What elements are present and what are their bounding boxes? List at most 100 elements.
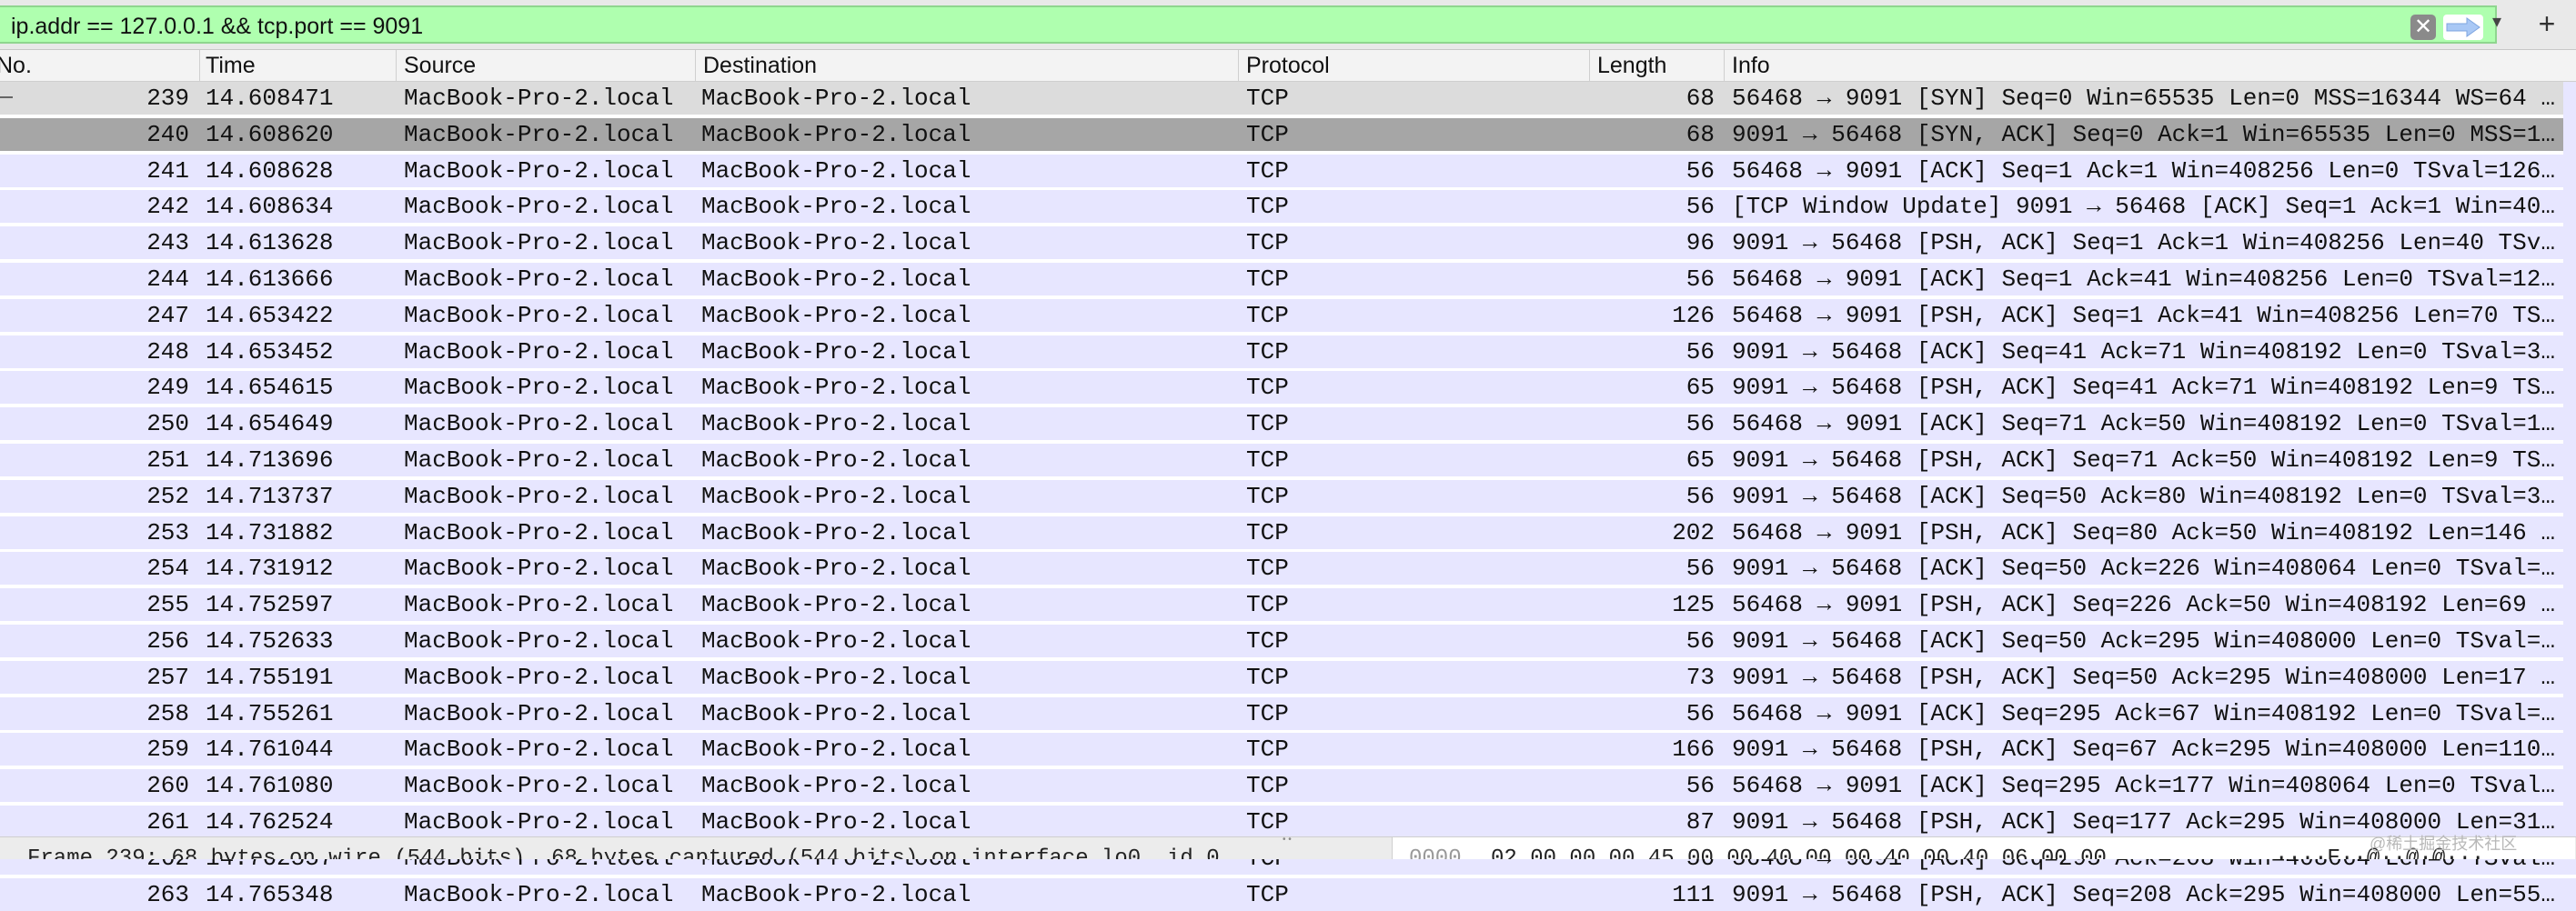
packet-no: 257 <box>146 663 189 691</box>
packet-list-header: No. Time Source Destination Protocol Len… <box>0 50 2576 82</box>
table-row[interactable]: 258 14.755261 MacBook-Pro-2.local MacBook-P… <box>0 696 2576 730</box>
packet-time: 14.653422 <box>206 301 334 329</box>
pane-splitter-handle[interactable]: • • <box>1283 835 1293 845</box>
packet-time: 14.765348 <box>206 880 334 908</box>
packet-no: 261 <box>146 808 189 836</box>
column-header-destination[interactable]: Destination <box>696 50 1239 81</box>
packet-destination: MacBook-Pro-2.local <box>701 374 971 402</box>
packet-info: 56468 → 9091 [ACK] Seq=295 Ack=67 Win=40… <box>1732 699 2555 727</box>
packet-no: 242 <box>146 193 189 221</box>
packet-info: 9091 → 56468 [SYN, ACK] Seq=0 Ack=1 Win=… <box>1732 120 2555 148</box>
table-row[interactable]: 255 14.752597 MacBook-Pro-2.local MacBook-P… <box>0 588 2576 622</box>
packet-time: 14.613628 <box>206 229 334 257</box>
packet-info: 56468 → 9091 [PSH, ACK] Seq=226 Ack=50 W… <box>1732 591 2555 619</box>
packet-time: 14.608471 <box>206 85 334 112</box>
packet-time: 14.608634 <box>206 193 334 221</box>
table-row[interactable]: 239 14.608471 MacBook-Pro-2.local MacBook-P… <box>0 82 2576 115</box>
packet-source: MacBook-Pro-2.local <box>404 772 674 800</box>
packet-info: 9091 → 56468 [PSH, ACK] Seq=67 Ack=295 W… <box>1732 736 2555 764</box>
packet-protocol: TCP <box>1246 265 1289 293</box>
table-row[interactable]: 263 14.765348 MacBook-Pro-2.local MacBook-P… <box>0 877 2576 911</box>
column-header-protocol[interactable]: Protocol <box>1239 50 1590 81</box>
arrow-right-icon[interactable] <box>2443 15 2483 40</box>
table-row[interactable]: 240 14.608620 MacBook-Pro-2.local MacBook-P… <box>0 117 2576 151</box>
add-filter-button[interactable]: + <box>2533 9 2561 38</box>
table-row[interactable]: 242 14.608634 MacBook-Pro-2.local MacBook-P… <box>0 190 2576 224</box>
display-filter-text[interactable]: ip.addr == 127.0.0.1 && tcp.port == 9091 <box>11 11 423 42</box>
packet-destination: MacBook-Pro-2.local <box>701 120 971 148</box>
packet-info: 9091 → 56468 [ACK] Seq=41 Ack=71 Win=408… <box>1732 337 2555 365</box>
table-row[interactable]: 252 14.713737 MacBook-Pro-2.local MacBook-P… <box>0 479 2576 513</box>
packet-source: MacBook-Pro-2.local <box>404 193 674 221</box>
packet-source: MacBook-Pro-2.local <box>404 229 674 257</box>
packet-no: 248 <box>146 337 189 365</box>
packet-source: MacBook-Pro-2.local <box>404 85 674 112</box>
table-row[interactable]: 253 14.731882 MacBook-Pro-2.local MacBook-P… <box>0 516 2576 549</box>
packet-protocol: TCP <box>1246 880 1289 908</box>
packet-no: 251 <box>146 446 189 474</box>
table-row[interactable]: 251 14.713696 MacBook-Pro-2.local MacBook-P… <box>0 444 2576 476</box>
packet-protocol: TCP <box>1246 193 1289 221</box>
packet-source: MacBook-Pro-2.local <box>404 663 674 691</box>
table-row[interactable]: 241 14.608628 MacBook-Pro-2.local MacBook-P… <box>0 154 2576 187</box>
packet-source: MacBook-Pro-2.local <box>404 374 674 402</box>
column-header-info[interactable]: Info <box>1725 50 2576 81</box>
packet-length: 111 <box>1672 880 1715 908</box>
packet-no: 256 <box>146 627 189 655</box>
packet-no: 254 <box>146 555 189 583</box>
packet-length: 73 <box>1685 663 1715 691</box>
packet-info: 56468 → 9091 [ACK] Seq=1 Ack=1 Win=40825… <box>1732 156 2555 185</box>
table-row[interactable]: 249 14.654615 MacBook-Pro-2.local MacBook-P… <box>0 371 2576 405</box>
packet-info: 9091 → 56468 [ACK] Seq=50 Ack=226 Win=40… <box>1732 555 2555 583</box>
packet-time: 14.755261 <box>206 699 334 727</box>
packet-info: 56468 → 9091 [SYN] Seq=0 Win=65535 Len=0… <box>1732 85 2555 112</box>
table-row[interactable]: 248 14.653452 MacBook-Pro-2.local MacBook-P… <box>0 335 2576 368</box>
packet-no: 252 <box>146 482 189 510</box>
table-row[interactable]: 254 14.731912 MacBook-Pro-2.local MacBook-P… <box>0 552 2576 586</box>
packet-source: MacBook-Pro-2.local <box>404 156 674 185</box>
table-row[interactable]: 259 14.761044 MacBook-Pro-2.local MacBook-P… <box>0 733 2576 766</box>
column-header-time[interactable]: Time <box>198 50 397 81</box>
table-row[interactable]: 250 14.654649 MacBook-Pro-2.local MacBook-P… <box>0 407 2576 441</box>
table-row[interactable]: 244 14.613666 MacBook-Pro-2.local MacBook-P… <box>0 263 2576 295</box>
table-row[interactable]: 261 14.762524 MacBook-Pro-2.local MacBook-P… <box>0 806 2576 838</box>
packet-details-summary[interactable]: Frame 239: 68 bytes on wire (544 bits), … <box>27 846 1220 859</box>
packet-destination: MacBook-Pro-2.local <box>701 555 971 583</box>
packet-protocol: TCP <box>1246 591 1289 619</box>
packet-length: 56 <box>1685 772 1715 800</box>
packet-protocol: TCP <box>1246 410 1289 438</box>
packet-no: 241 <box>146 156 189 185</box>
packet-destination: MacBook-Pro-2.local <box>701 591 971 619</box>
packet-protocol: TCP <box>1246 663 1289 691</box>
display-filter-input[interactable]: ip.addr == 127.0.0.1 && tcp.port == 9091… <box>0 5 2497 44</box>
column-header-no[interactable]: No. <box>0 50 200 81</box>
packet-source: MacBook-Pro-2.local <box>404 301 674 329</box>
packet-source: MacBook-Pro-2.local <box>404 120 674 148</box>
table-row[interactable]: 243 14.613628 MacBook-Pro-2.local MacBook-P… <box>0 226 2576 260</box>
column-header-source[interactable]: Source <box>397 50 696 81</box>
packet-protocol: TCP <box>1246 627 1289 655</box>
packet-protocol: TCP <box>1246 446 1289 474</box>
packet-info: 56468 → 9091 [ACK] Seq=1 Ack=41 Win=4082… <box>1732 265 2555 293</box>
clear-icon[interactable]: ✕ <box>2410 15 2436 40</box>
packet-no: 243 <box>146 229 189 257</box>
chevron-down-icon[interactable]: ▾ <box>2488 9 2506 35</box>
packet-protocol: TCP <box>1246 699 1289 727</box>
packet-no: 260 <box>146 772 189 800</box>
packet-length: 126 <box>1672 301 1715 329</box>
packet-list-scrollbar[interactable] <box>2563 82 2576 836</box>
table-row[interactable]: 256 14.752633 MacBook-Pro-2.local MacBook-P… <box>0 625 2576 657</box>
packet-protocol: TCP <box>1246 229 1289 257</box>
table-row[interactable]: 260 14.761080 MacBook-Pro-2.local MacBook-P… <box>0 769 2576 803</box>
table-row[interactable]: 257 14.755191 MacBook-Pro-2.local MacBook-P… <box>0 660 2576 694</box>
packet-length: 56 <box>1685 699 1715 727</box>
packet-protocol: TCP <box>1246 156 1289 185</box>
packet-protocol: TCP <box>1246 736 1289 764</box>
table-row[interactable]: 247 14.653422 MacBook-Pro-2.local MacBook-P… <box>0 298 2576 332</box>
packet-no: 255 <box>146 591 189 619</box>
column-header-length[interactable]: Length <box>1590 50 1725 81</box>
packet-protocol: TCP <box>1246 374 1289 402</box>
packet-time: 14.654615 <box>206 374 334 402</box>
packet-no: 247 <box>146 301 189 329</box>
packet-length: 56 <box>1685 265 1715 293</box>
